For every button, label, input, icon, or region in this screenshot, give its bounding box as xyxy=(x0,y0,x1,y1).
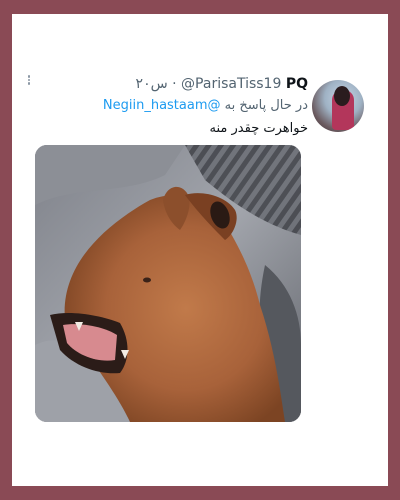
dog-photo-illustration xyxy=(35,145,301,422)
more-options-icon[interactable] xyxy=(26,75,32,93)
tweet-display-name[interactable]: PQ xyxy=(286,76,308,92)
reply-context: در حال پاسخ به @Negiin_hastaam xyxy=(103,98,308,113)
tweet-handle[interactable]: @ParisaTiss19 xyxy=(181,76,281,92)
tweet-time[interactable]: ۲۰س xyxy=(136,76,168,92)
reply-prefix: در حال پاسخ به xyxy=(224,98,308,113)
tweet-header: ۲۰س · @ParisaTiss19 PQ xyxy=(136,76,308,92)
tweet-media-image[interactable] xyxy=(35,145,301,422)
tweet-text: خواهرت چقدر منه xyxy=(209,121,308,136)
reply-mention-link[interactable]: @Negiin_hastaam xyxy=(103,98,221,113)
dot-separator: · xyxy=(172,76,182,92)
avatar[interactable] xyxy=(312,80,364,132)
avatar-hair xyxy=(334,86,350,106)
